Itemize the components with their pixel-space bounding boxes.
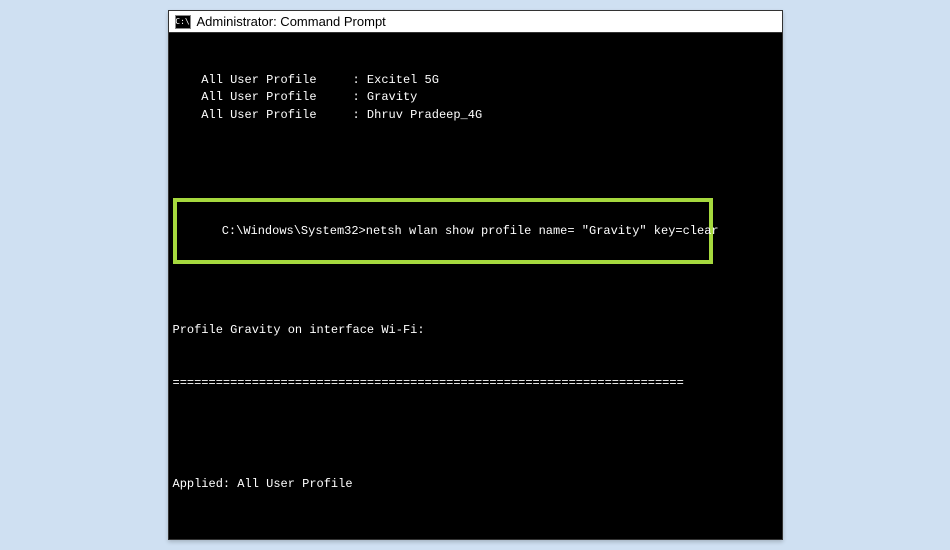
window-title: Administrator: Command Prompt [197, 14, 386, 29]
separator: ========================================… [169, 375, 782, 392]
prompt: C:\Windows\System32> [222, 224, 366, 238]
prompt-line: C:\Windows\System32>netsh wlan show prof… [222, 224, 719, 238]
profile-row: All User Profile : Dhruv Pradeep_4G [169, 107, 782, 124]
profile-row: All User Profile : Excitel 5G [169, 72, 782, 89]
command-prompt-window: C:\ Administrator: Command Prompt All Us… [168, 10, 783, 540]
command-text: netsh wlan show profile name= "Gravity" … [366, 224, 719, 238]
profile-header: Profile Gravity on interface Wi-Fi: [169, 322, 782, 339]
profile-row: All User Profile : Gravity [169, 89, 782, 106]
terminal-output[interactable]: All User Profile : Excitel 5G All User P… [169, 33, 782, 539]
cmd-icon: C:\ [175, 15, 191, 29]
applied-line: Applied: All User Profile [169, 476, 782, 493]
profile-list: All User Profile : Excitel 5G All User P… [169, 72, 782, 138]
command-highlight: C:\Windows\System32>netsh wlan show prof… [173, 198, 713, 264]
title-bar[interactable]: C:\ Administrator: Command Prompt [169, 11, 782, 33]
